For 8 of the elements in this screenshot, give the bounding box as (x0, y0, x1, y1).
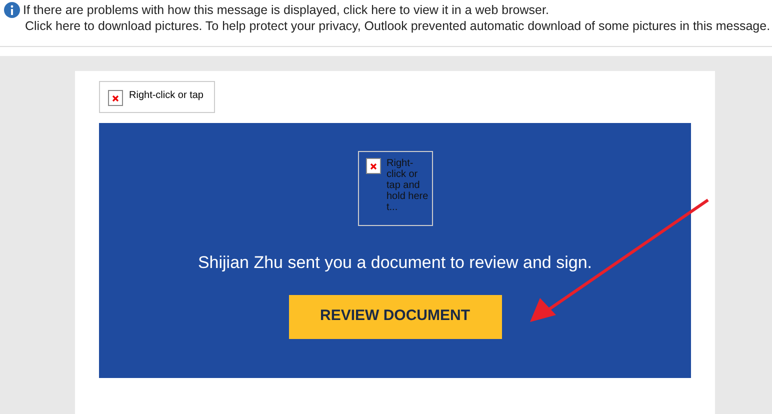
broken-image-icon (366, 158, 380, 174)
broken-image-icon (108, 90, 123, 106)
image-alt-text: Right-click or tap (129, 90, 204, 102)
image-alt-text: Right-click or tap and hold here t... (386, 158, 428, 215)
review-document-button[interactable]: REVIEW DOCUMENT (288, 294, 502, 338)
download-notice[interactable]: Click here to download pictures. To help protect your privacy, Outlook prevented automatic download of some pictures in this message. (4, 18, 768, 34)
banner-message: Shijian Zhu sent you a document to review and sign. (198, 252, 592, 274)
info-message[interactable]: If there are problems with how this message is displayed, click here to view it in a web browser. (23, 2, 549, 18)
